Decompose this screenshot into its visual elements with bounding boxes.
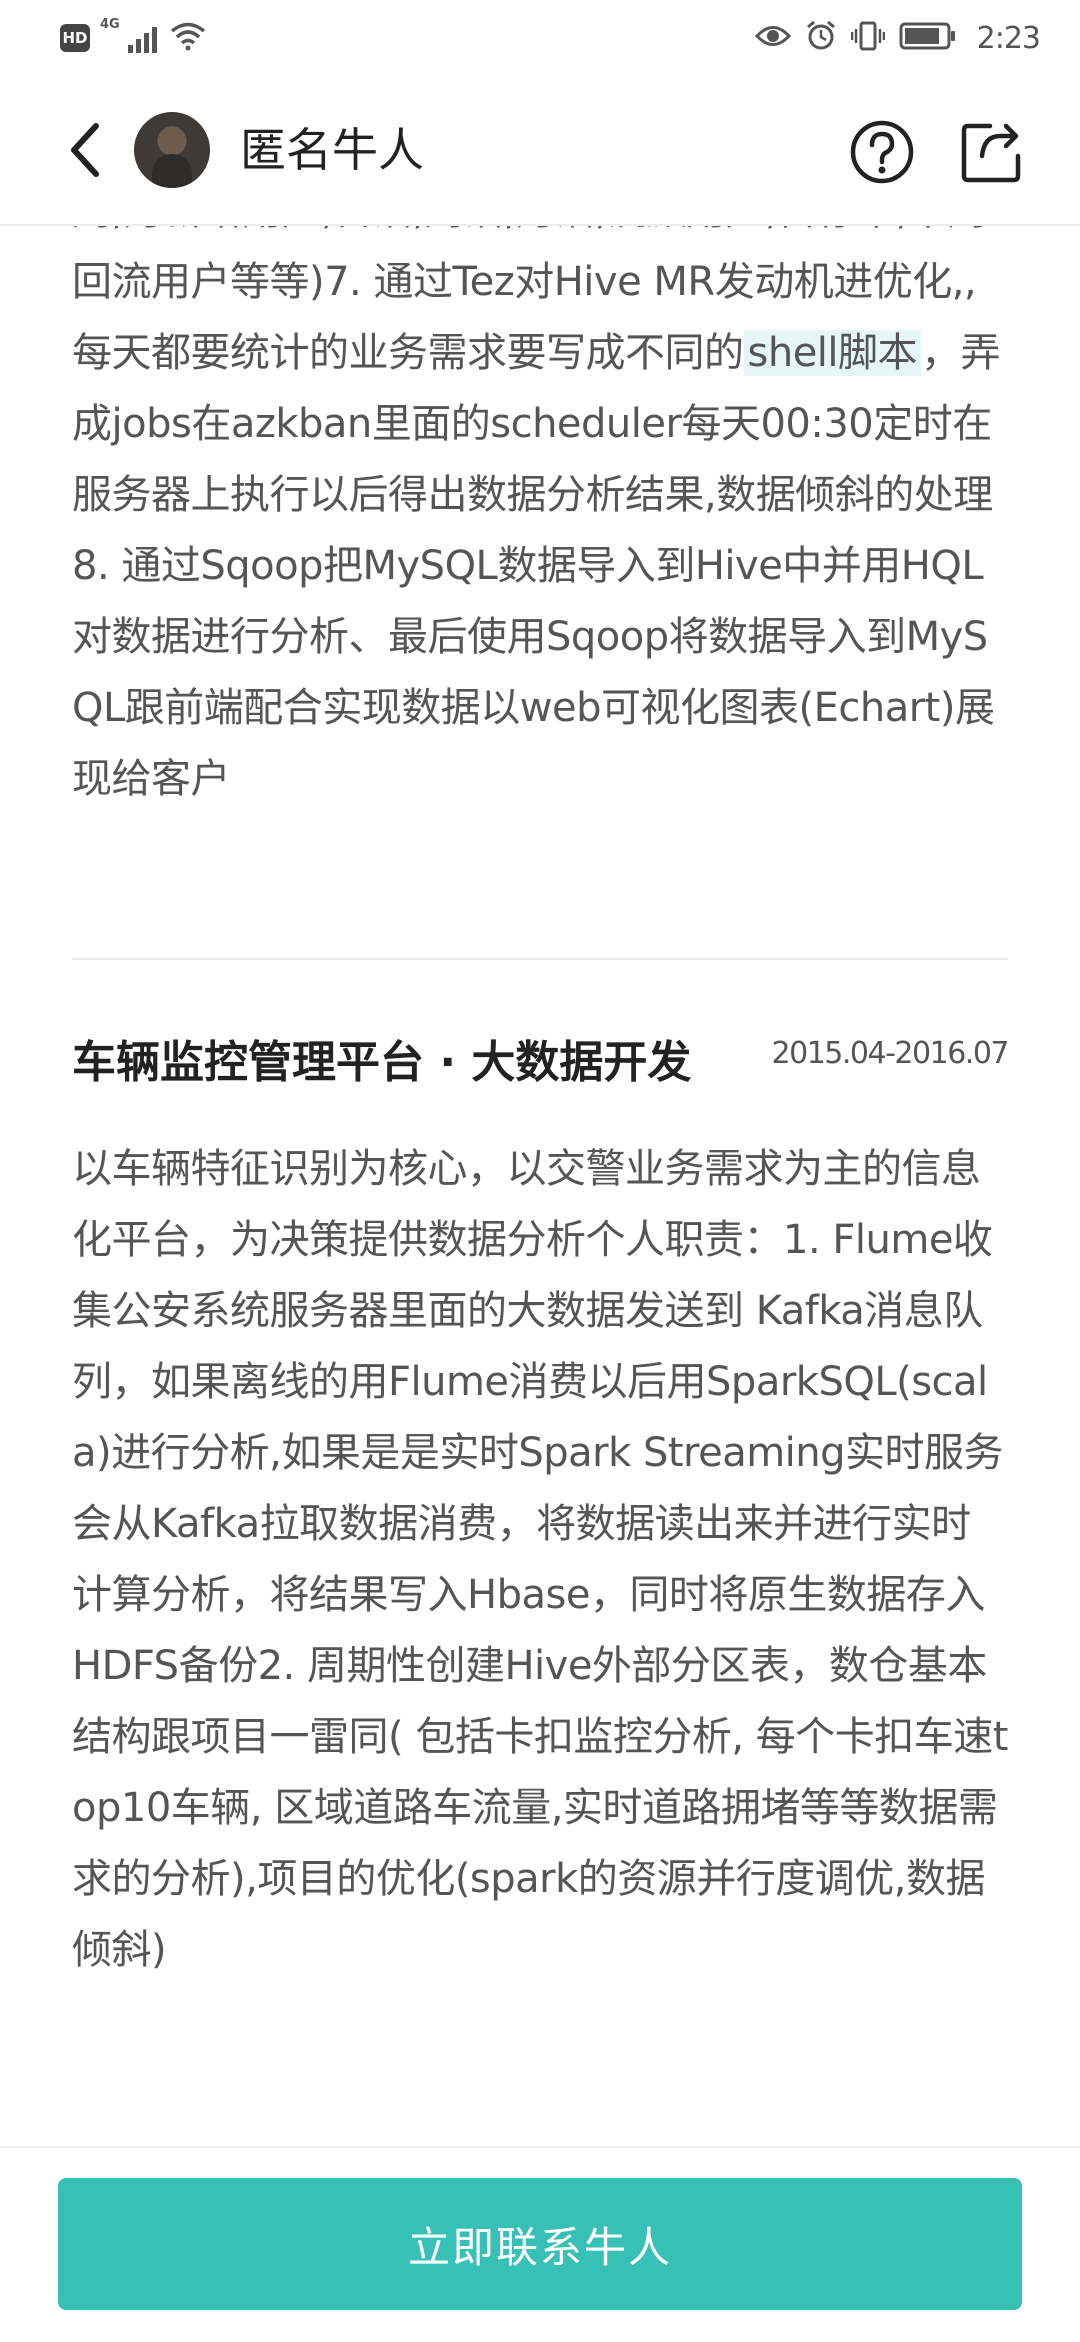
vibrate-icon [850, 21, 885, 55]
share-button[interactable] [960, 120, 1024, 184]
description-text: ，弄成jobs在azkban里面的scheduler每天00:30定时在服务器上… [72, 330, 1001, 802]
battery-icon [899, 21, 957, 55]
status-right: 2:23 [754, 18, 1041, 58]
back-button[interactable] [62, 120, 112, 180]
contact-button[interactable]: 立即联系牛人 [58, 2178, 1022, 2310]
chevron-left-icon [71, 123, 99, 177]
highlighted-keyword: shell脚本 [743, 330, 922, 376]
status-time: 2:23 [976, 20, 1041, 56]
project-title: 车辆监控管理平台 · 大数据开发 [72, 1037, 692, 1088]
help-button[interactable] [850, 120, 914, 184]
project-date: 2015.04-2016.07 [771, 1036, 1010, 1071]
alarm-icon [805, 20, 837, 56]
question-icon [850, 120, 914, 184]
page-title: 匿名牛人 [240, 123, 424, 177]
bottom-bar: 立即联系牛人 [0, 2146, 1080, 2342]
experience-description: 周,月新增用户,日活,周活,月活,沉默用户,留存率,本周回流用户等等)7. 通过… [72, 224, 1008, 815]
project-description: 以车辆特征识别为核心，以交警业务需求为主的信息化平台，为决策提供数据分析个人职责… [72, 1146, 1008, 1973]
wifi-icon [169, 21, 207, 55]
nav-bar: 匿名牛人 [0, 76, 1080, 226]
hd-badge: HD [60, 24, 90, 52]
share-icon [961, 123, 1021, 183]
project-header: 车辆监控管理平台 · 大数据开发 2015.04-2016.07 [72, 1020, 1010, 1090]
status-left: HD 4G [60, 17, 207, 56]
avatar[interactable] [134, 112, 210, 188]
divider [72, 958, 1008, 960]
content-area[interactable]: 周,月新增用户,日活,周活,月活,沉默用户,留存率,本周回流用户等等)7. 通过… [0, 224, 1080, 2146]
signal-icon: 4G [100, 17, 157, 53]
status-bar: HD 4G 2:23 [0, 0, 1080, 76]
network-type: 4G [100, 17, 120, 32]
eye-icon [754, 23, 791, 53]
